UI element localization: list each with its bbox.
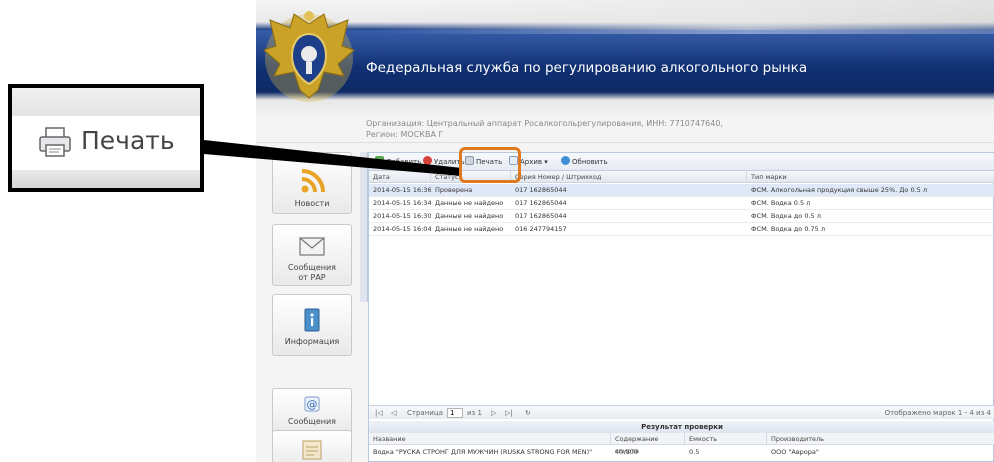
print-label-zoomed: Печать <box>81 126 175 155</box>
screenshot-root: Федеральная служба по регулированию алко… <box>0 0 994 462</box>
print-button-zoomed[interactable]: Печать <box>34 120 200 164</box>
callout-leader-line <box>204 140 462 176</box>
printer-icon <box>39 127 71 157</box>
zoomed-print-button-callout: Печать <box>8 84 204 192</box>
print-button-highlight <box>459 147 521 183</box>
